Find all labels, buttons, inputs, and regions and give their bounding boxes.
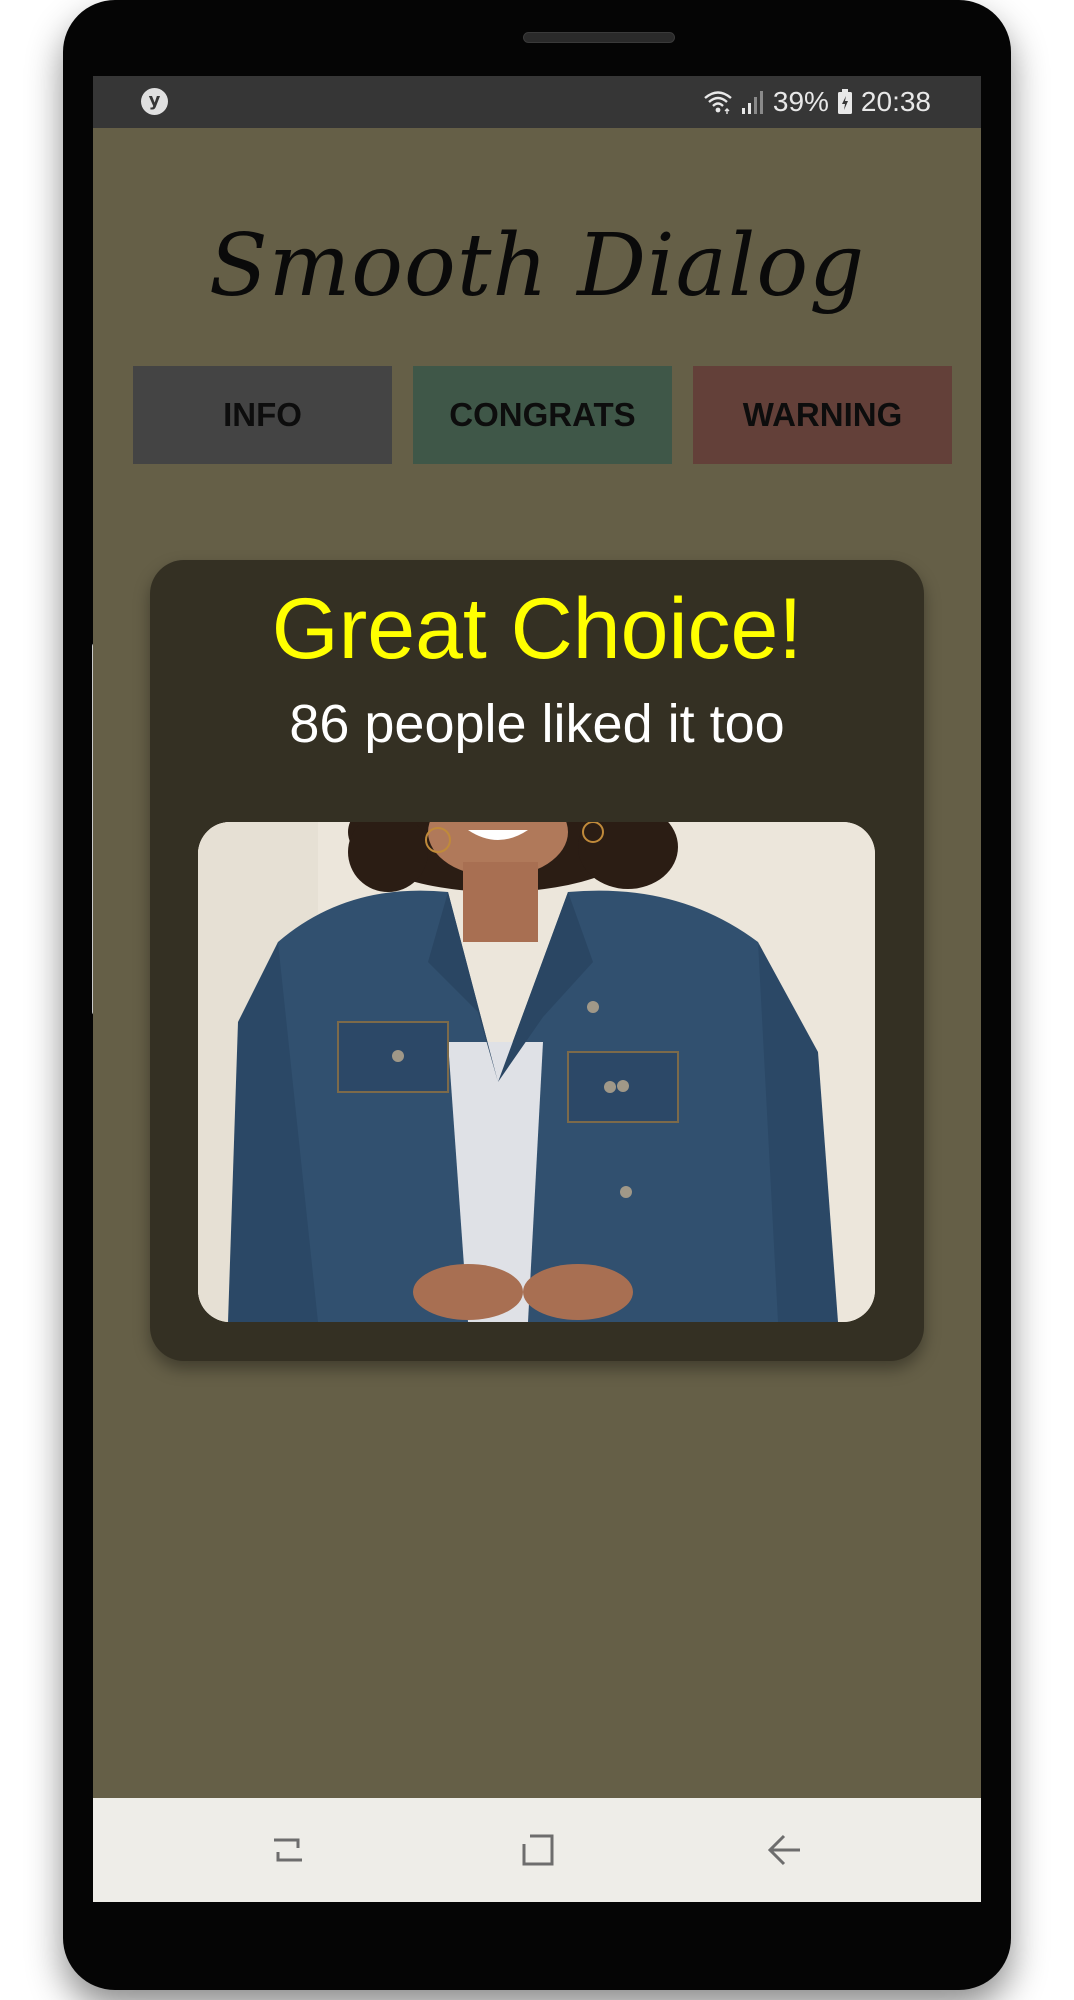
- page: y 39% 20:38 Smooth Dialog INFO CONGRATS …: [0, 0, 1074, 2000]
- app-title: Smooth Dialog: [208, 216, 866, 316]
- congrats-dialog[interactable]: Great Choice! 86 people liked it too: [150, 560, 924, 1361]
- clock: 20:38: [860, 86, 931, 117]
- warning-button[interactable]: WARNING: [693, 366, 952, 464]
- battery-percent: 39%: [772, 86, 829, 117]
- home-icon[interactable]: [508, 1820, 568, 1880]
- congrats-button[interactable]: CONGRATS: [413, 366, 672, 464]
- status-right: 39% 20:38: [703, 84, 931, 120]
- wifi-icon: [703, 89, 733, 115]
- back-icon[interactable]: [756, 1820, 816, 1880]
- status-bar: y 39% 20:38: [93, 76, 981, 128]
- dialog-subtitle: 86 people liked it too: [289, 694, 785, 754]
- navigation-bar: [93, 1798, 981, 1902]
- dialog-button-row: INFO CONGRATS WARNING: [133, 366, 953, 464]
- app-notification-icon: y: [141, 88, 168, 115]
- info-button[interactable]: INFO: [133, 366, 392, 464]
- denim-jacket-photo: [198, 822, 875, 1322]
- battery-icon: [837, 89, 853, 115]
- signal-icon: [741, 89, 765, 115]
- recents-icon[interactable]: [258, 1820, 318, 1880]
- phone-screen: y 39% 20:38 Smooth Dialog INFO CONGRATS …: [93, 76, 981, 1902]
- speaker-grille: [523, 32, 675, 43]
- dialog-title: Great Choice!: [271, 581, 803, 677]
